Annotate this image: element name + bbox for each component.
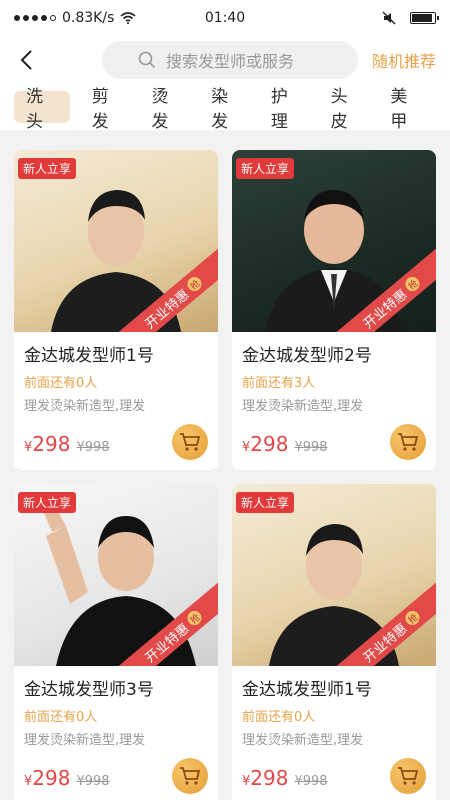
stylist-card[interactable]: 新人立享 开业特惠抢 金达城发型师2号 前面还有3人 理发烫染新造型,理发 ¥2…	[232, 150, 436, 470]
stylist-name: 金达城发型师1号	[24, 346, 154, 366]
grab-seal: 抢	[184, 608, 205, 628]
stylist-name: 金达城发型师2号	[242, 346, 372, 366]
back-arrow-icon	[20, 50, 32, 70]
wifi-icon	[120, 12, 136, 24]
stylist-photo: 新人立享 开业特惠抢	[14, 484, 218, 666]
top-bar: 搜索发型师或服务 随机推荐	[0, 36, 450, 84]
stylist-name: 金达城发型师3号	[24, 680, 154, 700]
add-to-cart-button[interactable]	[172, 758, 208, 794]
cart-icon	[398, 433, 419, 451]
tab-nails[interactable]: 美甲	[390, 87, 422, 132]
grab-seal: 抢	[402, 608, 423, 628]
new-user-badge: 新人立享	[236, 492, 295, 513]
service-tags: 理发烫染新造型,理发	[242, 733, 364, 748]
service-tags: 理发烫染新造型,理发	[242, 399, 364, 414]
queue-status: 前面还有0人	[24, 710, 98, 725]
stylist-card[interactable]: 新人立享 开业特惠抢 金达城发型师1号 前面还有0人 理发烫染新造型,理发 ¥2…	[14, 150, 218, 470]
price: ¥298	[24, 432, 70, 456]
signal-icon	[14, 15, 56, 21]
cart-icon	[180, 767, 201, 785]
tab-cut[interactable]: 剪发	[92, 87, 124, 132]
stylist-card[interactable]: 新人立享 开业特惠抢 金达城发型师3号 前面还有0人 理发烫染新造型,理发 ¥2…	[14, 484, 218, 800]
original-price: ¥998	[294, 774, 328, 789]
search-placeholder: 搜索发型师或服务	[166, 52, 295, 71]
status-time: 01:40	[204, 10, 246, 26]
card-info: 金达城发型师2号 前面还有3人 理发烫染新造型,理发	[232, 332, 436, 414]
service-tags: 理发烫染新造型,理发	[24, 733, 146, 748]
service-tags: 理发烫染新造型,理发	[24, 399, 146, 414]
queue-status: 前面还有0人	[242, 710, 316, 725]
back-button[interactable]	[6, 40, 46, 80]
new-user-badge: 新人立享	[18, 492, 77, 513]
stylist-grid: 新人立享 开业特惠抢 金达城发型师1号 前面还有0人 理发烫染新造型,理发 ¥2…	[14, 150, 436, 800]
add-to-cart-button[interactable]	[172, 424, 208, 460]
original-price: ¥998	[294, 440, 328, 455]
add-to-cart-button[interactable]	[390, 758, 426, 794]
stylist-photo: 新人立享 开业特惠抢	[232, 484, 436, 666]
tab-care[interactable]: 护理	[271, 87, 303, 132]
price: ¥298	[242, 432, 288, 456]
battery-icon	[410, 12, 439, 24]
price-row: ¥298 ¥998	[242, 432, 328, 456]
mute-icon	[382, 11, 396, 25]
original-price: ¥998	[76, 440, 110, 455]
price: ¥298	[24, 766, 70, 790]
card-info: 金达城发型师1号 前面还有0人 理发烫染新造型,理发	[232, 666, 436, 748]
original-price: ¥998	[76, 774, 110, 789]
search-icon	[138, 51, 156, 69]
tab-scalp[interactable]: 头皮	[331, 87, 363, 132]
price-row: ¥298 ¥998	[24, 432, 110, 456]
status-left: 0.83K/s	[14, 10, 136, 26]
grab-seal: 抢	[402, 274, 423, 294]
price-row: ¥298 ¥998	[24, 766, 110, 790]
new-user-badge: 新人立享	[236, 158, 295, 179]
random-recommend-button[interactable]: 随机推荐	[372, 48, 436, 72]
queue-status: 前面还有3人	[242, 376, 316, 391]
tab-wash[interactable]: 洗头	[14, 87, 70, 132]
stylist-card[interactable]: 新人立享 开业特惠抢 金达城发型师1号 前面还有0人 理发烫染新造型,理发 ¥2…	[232, 484, 436, 800]
grab-seal: 抢	[184, 274, 205, 294]
new-user-badge: 新人立享	[18, 158, 77, 179]
queue-status: 前面还有0人	[24, 376, 98, 391]
price-row: ¥298 ¥998	[242, 766, 328, 790]
price: ¥298	[242, 766, 288, 790]
cart-icon	[398, 767, 419, 785]
cart-icon	[180, 433, 201, 451]
price-value: 298	[250, 432, 289, 456]
status-right	[382, 11, 439, 25]
stylist-photo: 新人立享 开业特惠抢	[14, 150, 218, 332]
price-value: 298	[250, 766, 289, 790]
network-speed: 0.83K/s	[62, 10, 115, 26]
stylist-photo: 新人立享 开业特惠抢	[232, 150, 436, 332]
search-input[interactable]: 搜索发型师或服务	[102, 41, 358, 79]
price-value: 298	[32, 766, 71, 790]
price-value: 298	[32, 432, 71, 456]
tab-dye[interactable]: 染发	[211, 87, 243, 132]
add-to-cart-button[interactable]	[390, 424, 426, 460]
card-info: 金达城发型师3号 前面还有0人 理发烫染新造型,理发	[14, 666, 218, 748]
stylist-name: 金达城发型师1号	[242, 680, 372, 700]
card-info: 金达城发型师1号 前面还有0人 理发烫染新造型,理发	[14, 332, 218, 414]
status-bar: 0.83K/s 01:40	[0, 0, 450, 36]
tab-perm[interactable]: 烫发	[151, 87, 183, 132]
category-tabs: 洗头 剪发 烫发 染发 护理 头皮 美甲	[0, 84, 450, 132]
